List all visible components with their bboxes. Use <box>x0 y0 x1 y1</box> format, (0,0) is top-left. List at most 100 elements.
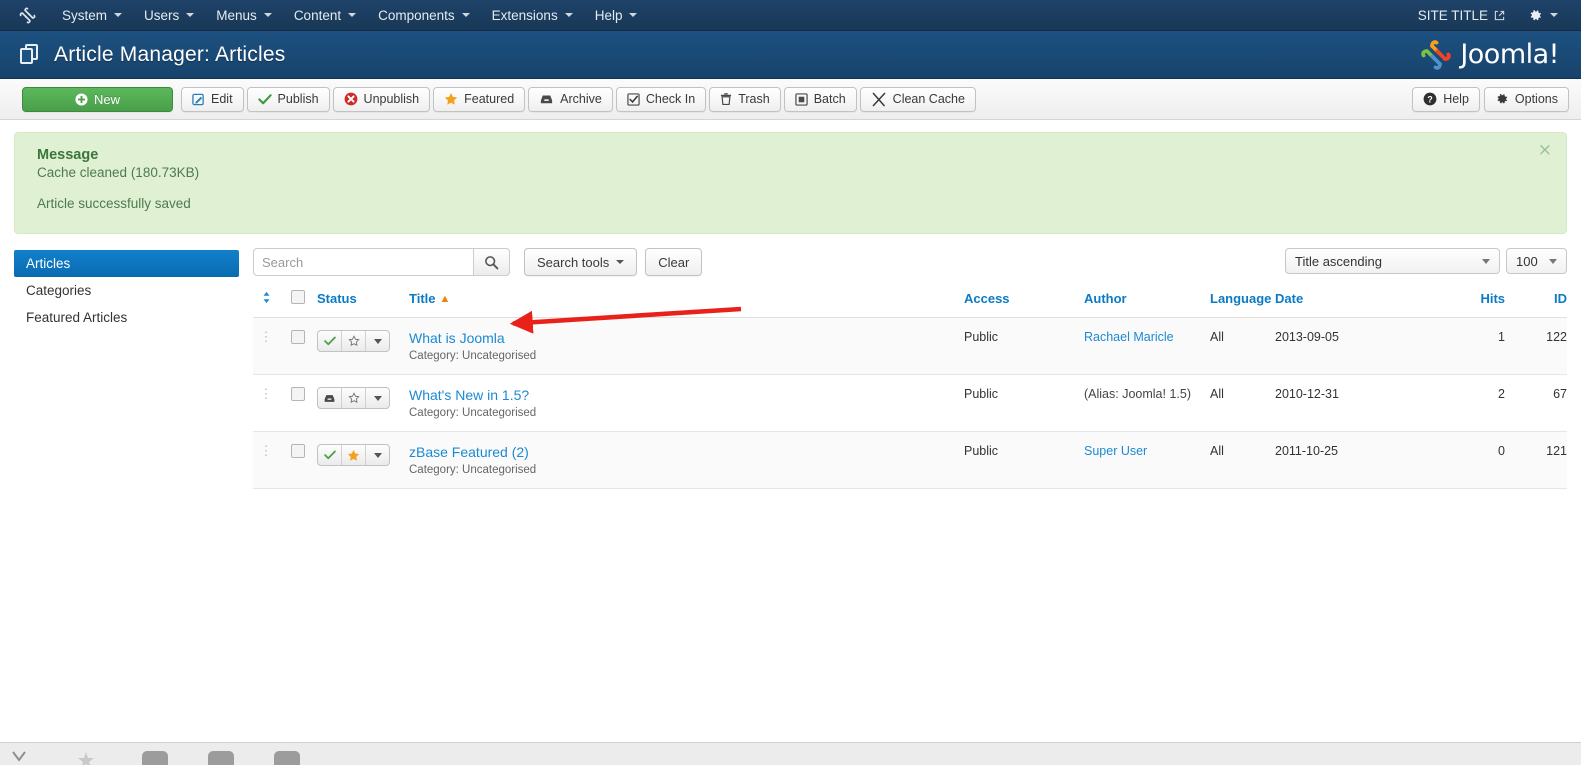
row-language-cell: All <box>1210 374 1275 432</box>
column-access[interactable]: Access <box>964 290 1084 318</box>
row-hits-cell: 0 <box>1393 431 1505 489</box>
sidebar-item-articles[interactable]: Articles <box>14 250 239 277</box>
article-title-link[interactable]: zBase Featured (2) <box>409 444 529 460</box>
new-button[interactable]: New <box>22 86 173 112</box>
column-id-label: ID <box>1554 291 1567 306</box>
publish-status-toggle[interactable] <box>318 331 342 351</box>
search-tools-button[interactable]: Search tools <box>524 248 638 276</box>
clean-cache-button[interactable]: Clean Cache <box>859 86 976 112</box>
options-button[interactable]: Options <box>1483 86 1569 112</box>
status-dropdown-toggle[interactable] <box>366 388 389 408</box>
publish-status-toggle[interactable] <box>318 388 342 408</box>
chevron-down-icon <box>616 260 625 264</box>
unpublish-button[interactable]: Unpublish <box>332 86 431 112</box>
column-ordering[interactable] <box>253 290 279 318</box>
row-checkbox[interactable] <box>291 330 305 344</box>
table-header-row: Status Title ▲ Access Author Language Da… <box>253 290 1567 318</box>
batch-button[interactable]: Batch <box>783 86 857 112</box>
column-author[interactable]: Author <box>1084 290 1210 318</box>
author-link[interactable]: Super User <box>1084 444 1147 458</box>
menu-components[interactable]: Components <box>367 2 481 29</box>
column-status[interactable]: Status <box>317 290 409 318</box>
row-checkbox[interactable] <box>291 444 305 458</box>
check-in-button[interactable]: Check In <box>615 86 707 112</box>
clear-button-label: Clear <box>658 254 690 270</box>
drag-handle-icon[interactable]: ⋮ <box>260 386 273 401</box>
menu-content[interactable]: Content <box>283 2 367 29</box>
edit-button-label: Edit <box>211 92 233 106</box>
featured-button-label: Featured <box>464 92 515 106</box>
batch-button-label: Batch <box>813 92 846 106</box>
taskbar-app-icon-2[interactable] <box>76 751 102 765</box>
menu-menus[interactable]: Menus <box>205 2 283 29</box>
column-select-all[interactable] <box>279 290 317 318</box>
row-id-cell: 121 <box>1505 431 1567 489</box>
status-dropdown-toggle[interactable] <box>366 331 389 351</box>
column-author-label: Author <box>1084 291 1127 306</box>
sidebar-item-featured-articles[interactable]: Featured Articles <box>14 304 239 331</box>
featured-button[interactable]: Featured <box>433 86 526 112</box>
column-status-label: Status <box>317 291 357 306</box>
sort-updown-icon <box>262 291 271 304</box>
taskbar-icons <box>0 751 1581 765</box>
column-id[interactable]: ID <box>1505 290 1567 318</box>
row-checkbox[interactable] <box>291 387 305 401</box>
row-status-cell <box>317 374 409 432</box>
column-hits[interactable]: Hits <box>1393 290 1505 318</box>
taskbar-app-icon-5[interactable] <box>274 751 300 765</box>
site-title-link[interactable]: SITE TITLE <box>1408 2 1515 29</box>
taskbar-app-icon-1[interactable] <box>10 751 36 765</box>
row-access-cell: Public <box>964 431 1084 489</box>
column-title[interactable]: Title ▲ <box>409 290 964 318</box>
edit-button[interactable]: Edit <box>181 86 244 112</box>
status-button-group <box>317 444 390 466</box>
close-icon[interactable]: × <box>1538 142 1552 159</box>
archive-button[interactable]: Archive <box>528 86 613 112</box>
admin-settings-menu[interactable] <box>1519 2 1567 29</box>
row-language-cell: All <box>1210 317 1275 375</box>
menu-extensions[interactable]: Extensions <box>481 2 584 29</box>
status-dropdown-toggle[interactable] <box>366 445 389 465</box>
help-circle-icon: ? <box>1423 92 1437 106</box>
featured-toggle[interactable] <box>342 331 366 351</box>
column-date[interactable]: Date <box>1275 290 1393 318</box>
menu-components-label: Components <box>378 7 455 23</box>
help-button[interactable]: ? Help <box>1412 86 1480 112</box>
drag-handle-icon[interactable]: ⋮ <box>260 329 273 344</box>
articles-table: Status Title ▲ Access Author Language Da… <box>253 290 1567 489</box>
clear-button[interactable]: Clear <box>645 248 703 276</box>
ordering-select[interactable]: Title ascending <box>1285 248 1500 274</box>
taskbar-app-icon-3[interactable] <box>142 751 168 765</box>
select-all-checkbox[interactable] <box>291 290 305 304</box>
search-button[interactable] <box>473 248 510 276</box>
chevron-down-icon <box>564 13 573 17</box>
author-link[interactable]: Rachael Maricle <box>1084 330 1174 344</box>
chevron-down-icon <box>373 452 382 458</box>
drag-handle-icon[interactable]: ⋮ <box>260 443 273 458</box>
publish-button[interactable]: Publish <box>246 86 330 112</box>
message-heading: Message <box>37 147 99 163</box>
column-date-label: Date <box>1275 291 1304 306</box>
menu-help[interactable]: Help <box>584 2 649 29</box>
list-limit-select[interactable]: 100 <box>1506 248 1567 274</box>
browser-viewport: System Users Menus Content Components Ex… <box>0 0 1581 741</box>
featured-toggle[interactable] <box>342 388 366 408</box>
menu-system[interactable]: System <box>51 2 133 29</box>
menu-users[interactable]: Users <box>133 2 205 29</box>
article-title-link[interactable]: What's New in 1.5? <box>409 387 529 403</box>
publish-status-toggle[interactable] <box>318 445 342 465</box>
featured-toggle[interactable] <box>342 445 366 465</box>
articles-table-head: Status Title ▲ Access Author Language Da… <box>253 290 1567 318</box>
success-message: × Message Cache cleaned (180.73KB) Artic… <box>14 132 1567 234</box>
column-language[interactable]: Language <box>1210 290 1275 318</box>
article-title-link[interactable]: What is Joomla <box>409 330 505 346</box>
row-author-cell: Rachael Maricle <box>1084 317 1210 375</box>
message-line-saved: Article successfully saved <box>37 196 191 211</box>
message-line-cache: Cache cleaned (180.73KB) <box>37 165 200 180</box>
taskbar-app-icon-4[interactable] <box>208 751 234 765</box>
joomla-logo-icon[interactable] <box>18 6 37 25</box>
sidebar-item-categories[interactable]: Categories <box>14 277 239 304</box>
chevron-down-icon <box>114 13 123 17</box>
trash-button[interactable]: Trash <box>709 86 781 112</box>
search-input[interactable] <box>253 248 473 276</box>
